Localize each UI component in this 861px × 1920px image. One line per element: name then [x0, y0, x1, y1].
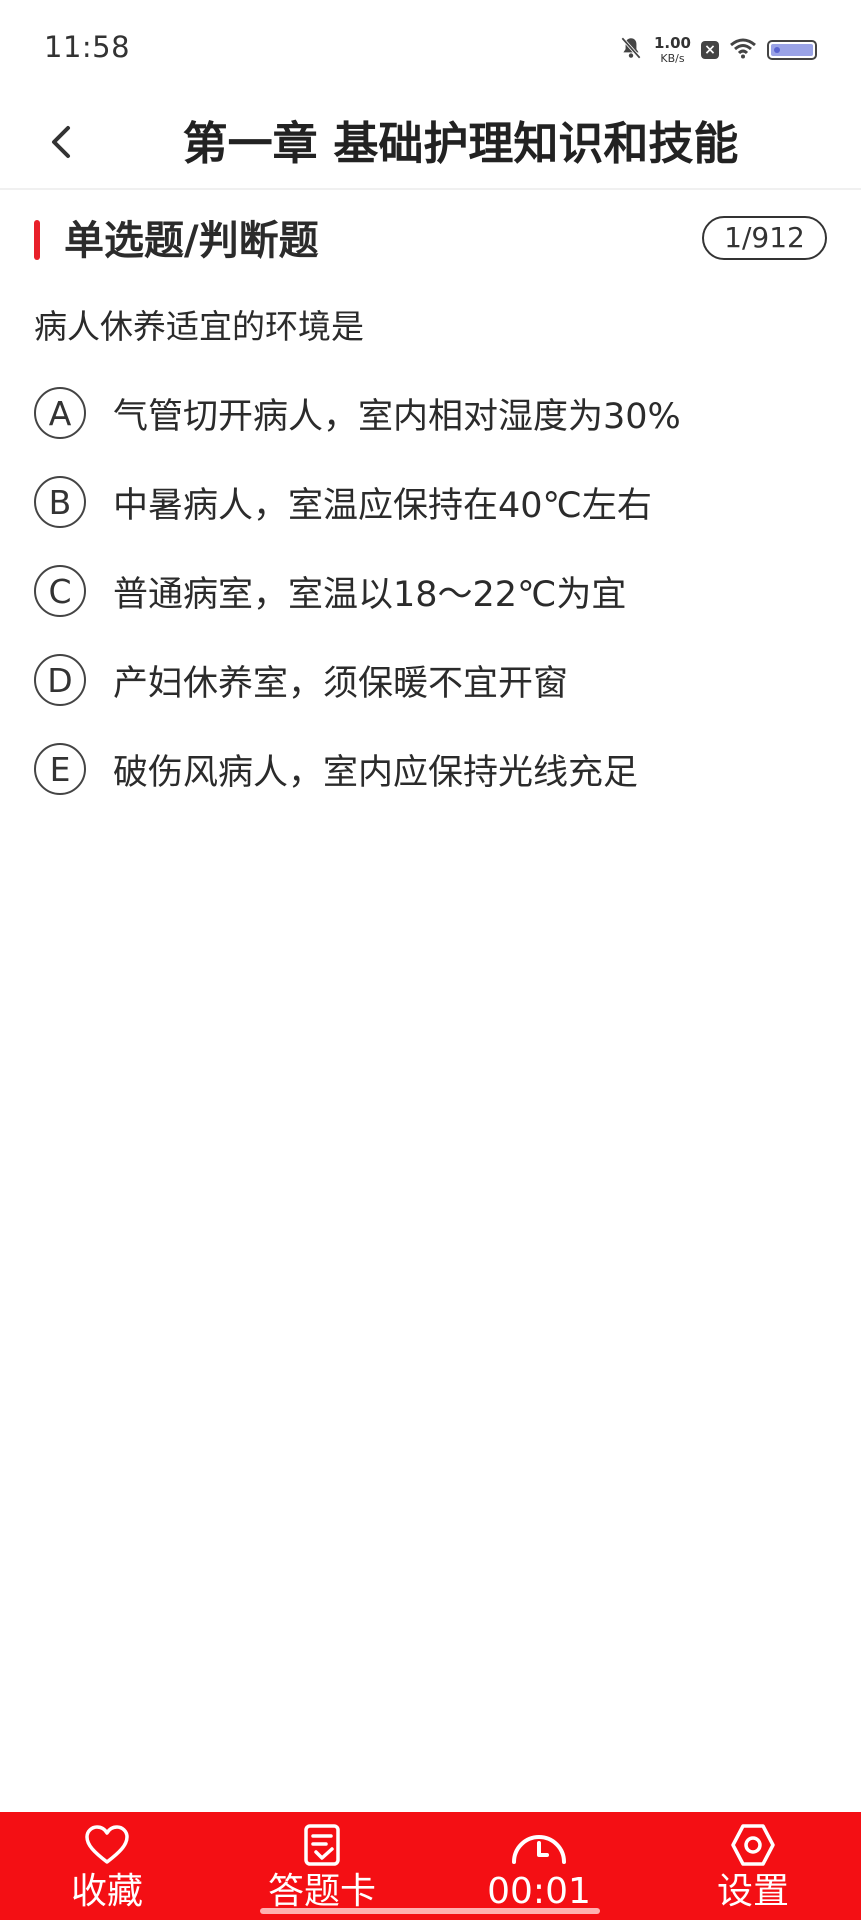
option-a[interactable]: A 气管切开病人，室内相对湿度为30% [34, 385, 834, 441]
option-letter: A [34, 387, 86, 439]
tab-answer-card[interactable]: 答题卡 [237, 1812, 407, 1920]
question-section-head: 单选题/判断题 1/912 [0, 210, 861, 272]
home-indicator[interactable] [260, 1908, 600, 1914]
option-letter: B [34, 476, 86, 528]
status-time: 11:58 [44, 30, 131, 64]
net-speed-value: 1.00 [653, 34, 691, 52]
option-letter: E [34, 743, 86, 795]
option-text: 普通病室，室温以18～22℃为宜 [113, 574, 627, 615]
option-e[interactable]: E 破伤风病人，室内应保持光线充足 [34, 741, 834, 797]
page-title: 第一章 基础护理知识和技能 [182, 117, 739, 170]
net-speed-unit: KB/s [660, 52, 685, 65]
heart-icon [84, 1822, 130, 1868]
options-list: A 气管切开病人，室内相对湿度为30% B 中暑病人，室温应保持在40℃左右 C… [34, 385, 834, 830]
option-letter: C [34, 565, 86, 617]
option-text: 气管切开病人，室内相对湿度为30% [113, 396, 681, 437]
question-counter: 1/912 [702, 216, 827, 260]
chevron-left-icon [48, 122, 74, 166]
back-button[interactable] [36, 114, 86, 174]
settings-icon [730, 1822, 776, 1868]
option-c[interactable]: C 普通病室，室温以18～22℃为宜 [34, 563, 834, 619]
tab-timer[interactable]: 00:01 [454, 1812, 624, 1920]
battery-icon [767, 40, 817, 60]
question-text: 病人休养适宜的环境是 [34, 307, 364, 346]
wifi-icon [729, 37, 757, 63]
option-letter: D [34, 654, 86, 706]
section-marker [34, 220, 40, 260]
answer-card-icon [302, 1822, 342, 1868]
timer-icon [509, 1822, 569, 1868]
option-b[interactable]: B 中暑病人，室温应保持在40℃左右 [34, 474, 834, 530]
tab-label: 收藏 [70, 1871, 143, 1912]
question-type-label: 单选题/判断题 [64, 218, 319, 264]
bell-off-icon [618, 35, 644, 65]
status-bar: 11:58 1.00 KB/s × [0, 0, 861, 100]
option-text: 破伤风病人，室内应保持光线充足 [113, 752, 639, 793]
net-speed: 1.00 KB/s [653, 34, 691, 65]
tab-label: 设置 [716, 1871, 789, 1912]
option-d[interactable]: D 产妇休养室，须保暖不宜开窗 [34, 652, 834, 708]
option-text: 产妇休养室，须保暖不宜开窗 [113, 663, 569, 704]
close-box-icon: × [701, 41, 719, 59]
tab-settings[interactable]: 设置 [668, 1812, 838, 1920]
header: 第一章 基础护理知识和技能 [0, 100, 861, 190]
tab-favorite[interactable]: 收藏 [22, 1812, 192, 1920]
option-text: 中暑病人，室温应保持在40℃左右 [113, 485, 652, 526]
bottom-toolbar: 收藏 答题卡 00:01 设置 [0, 1812, 861, 1920]
status-icons: 1.00 KB/s × [618, 30, 817, 70]
